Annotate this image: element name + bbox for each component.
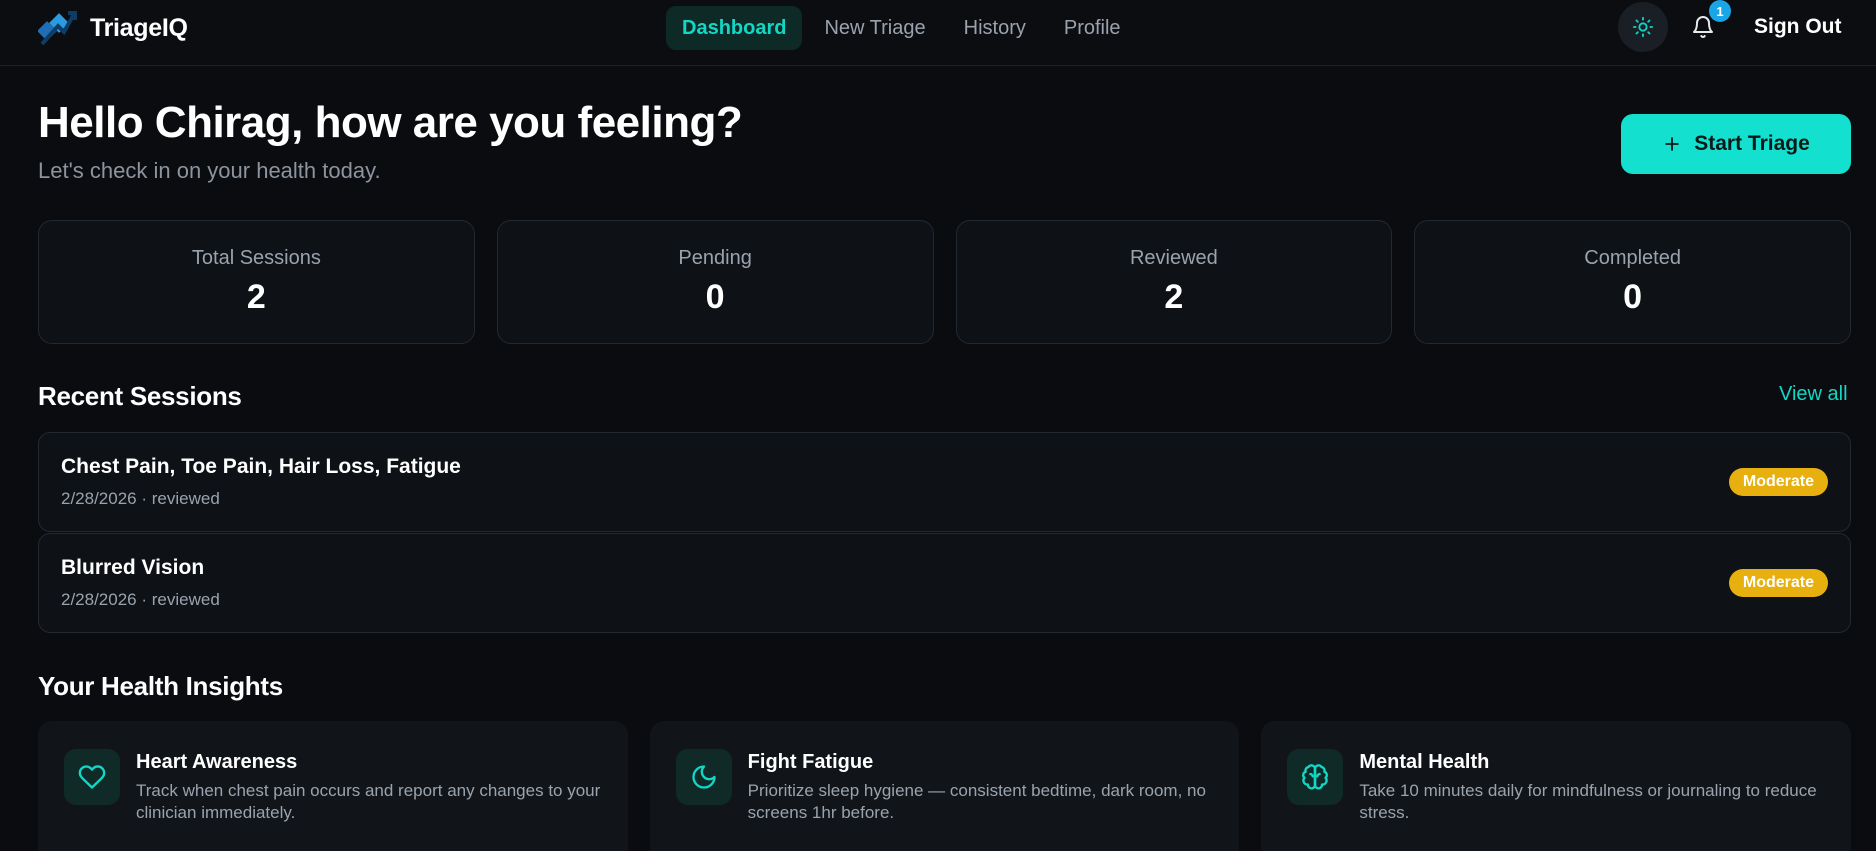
brand[interactable]: TriageIQ bbox=[38, 8, 188, 48]
stat-label: Total Sessions bbox=[191, 247, 321, 269]
insight-title: Mental Health bbox=[1359, 751, 1490, 773]
session-title: Blurred Vision bbox=[61, 556, 205, 579]
insight-description: Take 10 minutes daily for mindfulness or… bbox=[1359, 781, 1817, 822]
session-meta: 2/28/2026 · reviewed bbox=[61, 590, 220, 609]
insight-title: Heart Awareness bbox=[136, 751, 298, 773]
brain-icon bbox=[1302, 764, 1329, 790]
stat-value: 2 bbox=[246, 278, 266, 316]
view-all-link[interactable]: View all bbox=[1779, 383, 1848, 406]
session-meta: 2/28/2026 · reviewed bbox=[61, 489, 220, 508]
stats-row: Total Sessions 2 Pending 0 Reviewed 2 Co… bbox=[38, 220, 1851, 344]
severity-badge: Moderate bbox=[1728, 468, 1828, 496]
moon-icon bbox=[692, 765, 716, 789]
stat-total-sessions: Total Sessions 2 bbox=[38, 220, 475, 344]
insight-icon-wrap bbox=[1287, 749, 1344, 805]
theme-toggle-button[interactable] bbox=[1618, 2, 1668, 52]
page-subtitle: Let's check in on your health today. bbox=[38, 158, 381, 183]
stat-pending: Pending 0 bbox=[496, 220, 934, 344]
stat-label: Reviewed bbox=[1129, 247, 1218, 269]
stat-label: Completed bbox=[1584, 247, 1681, 269]
nav-new-triage[interactable]: New Triage bbox=[808, 6, 941, 50]
brand-name: TriageIQ bbox=[90, 13, 188, 42]
severity-badge: Moderate bbox=[1728, 569, 1828, 597]
session-row[interactable]: Blurred Vision 2/28/2026 · reviewed Mode… bbox=[38, 533, 1851, 633]
sign-out-button[interactable]: Sign Out bbox=[1754, 12, 1842, 42]
session-row[interactable]: Chest Pain, Toe Pain, Hair Loss, Fatigue… bbox=[38, 432, 1851, 532]
nav-profile[interactable]: Profile bbox=[1048, 6, 1137, 50]
session-title: Chest Pain, Toe Pain, Hair Loss, Fatigue bbox=[61, 455, 461, 478]
insight-card-mental[interactable]: Mental Health Take 10 minutes daily for … bbox=[1261, 721, 1852, 851]
heart-icon bbox=[78, 765, 106, 789]
stat-value: 2 bbox=[1164, 278, 1184, 316]
top-navigation-bar: TriageIQ Dashboard New Triage History Pr… bbox=[0, 0, 1876, 66]
stat-reviewed: Reviewed 2 bbox=[955, 220, 1393, 344]
insights-row: Heart Awareness Track when chest pain oc… bbox=[38, 721, 1852, 851]
insight-description: Track when chest pain occurs and report … bbox=[136, 781, 601, 822]
main-nav: Dashboard New Triage History Profile bbox=[666, 6, 1137, 50]
insight-description: Prioritize sleep hygiene — consistent be… bbox=[747, 781, 1206, 822]
insight-icon-wrap bbox=[64, 749, 120, 805]
nav-dashboard[interactable]: Dashboard bbox=[666, 6, 803, 50]
stat-label: Pending bbox=[678, 247, 752, 269]
start-triage-button[interactable]: Start Triage bbox=[1621, 114, 1851, 174]
notification-count-badge: 1 bbox=[1709, 0, 1731, 22]
insight-card-heart[interactable]: Heart Awareness Track when chest pain oc… bbox=[38, 721, 628, 851]
stat-value: 0 bbox=[705, 278, 725, 316]
insight-icon-wrap bbox=[675, 749, 732, 805]
start-triage-label: Start Triage bbox=[1694, 132, 1810, 155]
sun-icon bbox=[1632, 16, 1654, 38]
stat-value: 0 bbox=[1623, 278, 1643, 316]
insight-card-fatigue[interactable]: Fight Fatigue Prioritize sleep hygiene —… bbox=[649, 721, 1240, 851]
health-insights-heading: Your Health Insights bbox=[38, 671, 283, 701]
recent-sessions-heading: Recent Sessions bbox=[38, 381, 242, 411]
page-title: Hello Chirag, how are you feeling? bbox=[38, 98, 743, 147]
insight-title: Fight Fatigue bbox=[747, 751, 874, 773]
stat-completed: Completed 0 bbox=[1414, 220, 1851, 344]
nav-history[interactable]: History bbox=[948, 6, 1042, 50]
brand-logo-icon bbox=[38, 11, 77, 46]
plus-icon bbox=[1665, 137, 1679, 151]
